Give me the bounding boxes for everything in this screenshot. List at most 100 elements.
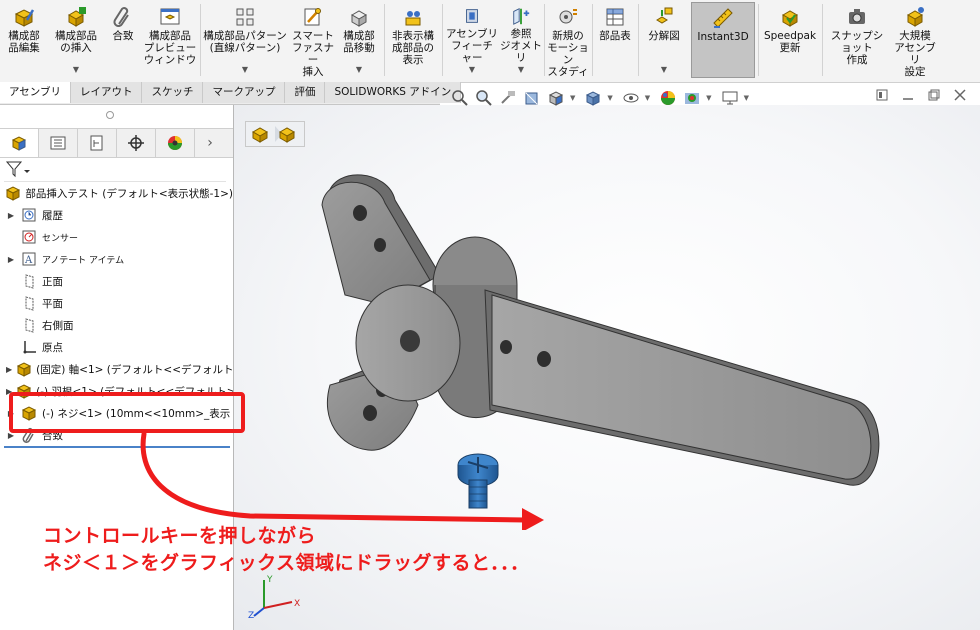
tab-assembly[interactable]: アセンブリ bbox=[0, 82, 71, 103]
camera-icon bbox=[849, 9, 865, 24]
display-manager-tab[interactable] bbox=[156, 129, 195, 157]
hide-show-items-button[interactable] bbox=[621, 88, 641, 108]
instant3d-toggle-button[interactable]: Instant3D bbox=[691, 2, 755, 78]
tree-item-top-plane[interactable]: 平面 bbox=[0, 293, 233, 313]
zoom-to-area-button[interactable] bbox=[474, 88, 494, 108]
chevron-down-icon[interactable]: ▼ bbox=[73, 64, 79, 76]
chevron-down-icon[interactable]: ▼ bbox=[518, 64, 524, 76]
color-wheel-icon bbox=[168, 136, 182, 150]
previous-view-icon bbox=[501, 91, 515, 104]
exploded-view-button[interactable]: 分解図 ▼ bbox=[640, 2, 688, 78]
monitor-icon bbox=[722, 91, 738, 105]
tab-markup[interactable]: マークアップ bbox=[203, 82, 286, 103]
scene-icon bbox=[685, 93, 700, 104]
smart-fastener-icon bbox=[304, 8, 321, 26]
coordinate-triad: Y X Z bbox=[248, 575, 300, 620]
paperclip-icon bbox=[113, 7, 129, 27]
filter-funnel-icon[interactable] bbox=[4, 159, 32, 179]
view-settings-button[interactable] bbox=[720, 88, 740, 108]
property-manager-tab[interactable] bbox=[39, 129, 78, 157]
view-orientation-button[interactable] bbox=[546, 88, 566, 108]
assembly-features-button[interactable]: アセンブリ フィーチャー ▼ bbox=[446, 2, 498, 78]
expand-arrow-icon[interactable]: ▶ bbox=[6, 211, 16, 220]
section-view-button[interactable] bbox=[522, 88, 542, 108]
tree-item-origin[interactable]: 原点 bbox=[0, 337, 233, 357]
tree-item-sensors[interactable]: センサー bbox=[0, 227, 233, 247]
annotation-icon: A bbox=[20, 251, 38, 267]
tree-item-component-shaft[interactable]: ▶ (固定) 軸<1> (デフォルト<<デフォルト>_ bbox=[0, 359, 233, 379]
display-style-button[interactable] bbox=[583, 88, 603, 108]
tree-item-history[interactable]: ▶ 履歴 bbox=[0, 205, 233, 225]
large-assembly-settings-button[interactable]: 大規模 アセンブリ 設定 bbox=[890, 2, 940, 78]
smart-fasteners-button[interactable]: スマート ファスナー 挿入 bbox=[292, 2, 334, 78]
insert-components-button[interactable]: 構成部品 の挿入 ▼ bbox=[50, 2, 102, 78]
insert-components-icon bbox=[67, 7, 86, 27]
tree-root-assembly[interactable]: 部品挿入テスト (デフォルト<表示状態-1>) bbox=[0, 183, 233, 203]
chevron-down-icon[interactable]: ▼ bbox=[645, 94, 650, 102]
drag-arrow bbox=[140, 431, 544, 530]
show-hidden-components-button[interactable]: 非表示構 成部品の 表示 bbox=[386, 2, 440, 78]
chevron-down-icon[interactable]: ▼ bbox=[242, 64, 248, 76]
edit-component-label: 構成部 品編集 bbox=[8, 30, 40, 54]
plane-icon bbox=[20, 317, 38, 333]
history-icon bbox=[20, 207, 38, 223]
callout-line-1: コントロールキーを押しながら bbox=[43, 525, 317, 547]
edit-appearance-button[interactable] bbox=[658, 88, 678, 108]
restore-panel-icon[interactable] bbox=[875, 88, 889, 102]
apply-scene-button[interactable] bbox=[682, 88, 702, 108]
chevron-down-icon[interactable]: ▼ bbox=[570, 94, 575, 102]
reference-geometry-button[interactable]: 参照 ジオメトリ ▼ bbox=[500, 2, 542, 78]
mate-button[interactable]: 合致 bbox=[106, 2, 140, 78]
chevron-down-icon[interactable]: ▼ bbox=[661, 64, 667, 76]
tree-sensors-label: センサー bbox=[42, 233, 79, 244]
panel-grip-icon[interactable] bbox=[106, 111, 114, 119]
configuration-manager-tab[interactable] bbox=[78, 129, 117, 157]
chevron-down-icon[interactable]: ▼ bbox=[706, 94, 711, 102]
edit-component-button[interactable]: 構成部 品編集 bbox=[2, 2, 46, 78]
display-style-icon bbox=[586, 91, 601, 106]
dimxpert-manager-tab[interactable] bbox=[117, 129, 156, 157]
breadcrumb[interactable] bbox=[245, 121, 305, 147]
section-view-icon bbox=[525, 92, 538, 105]
tree-filter[interactable] bbox=[4, 159, 226, 182]
speedpak-update-button[interactable]: Speedpak 更新 bbox=[760, 2, 820, 78]
show-hidden-label: 非表示構 成部品の 表示 bbox=[392, 30, 434, 66]
take-snapshot-button[interactable]: スナップショット 作成 bbox=[826, 2, 888, 78]
expand-arrow-icon[interactable]: ▶ bbox=[6, 255, 16, 264]
feature-manager-tab[interactable] bbox=[0, 129, 39, 157]
assembly-breadcrumb-icon bbox=[251, 127, 269, 143]
linear-pattern-button[interactable]: 構成部品パターン (直線パターン) ▼ bbox=[202, 2, 288, 78]
tree-component-shaft-label: (固定) 軸<1> (デフォルト<<デフォルト>_ bbox=[36, 363, 234, 376]
sensor-icon bbox=[20, 229, 38, 245]
origin-icon bbox=[20, 339, 38, 355]
bill-of-materials-button[interactable]: 部品表 bbox=[594, 2, 636, 78]
tree-item-right-plane[interactable]: 右側面 bbox=[0, 315, 233, 335]
minimize-window-icon[interactable] bbox=[901, 88, 915, 102]
tab-sketch[interactable]: スケッチ bbox=[142, 82, 204, 103]
tab-solidworks-addins[interactable]: SOLIDWORKS アドイン bbox=[325, 82, 462, 103]
chevron-right-icon[interactable]: › bbox=[195, 129, 225, 157]
mate-label: 合致 bbox=[112, 30, 134, 42]
component-preview-window-button[interactable]: 構成部品 プレビュー ウィンドウ bbox=[142, 2, 198, 78]
smart-fasteners-label: スマート ファスナー 挿入 bbox=[292, 30, 334, 78]
tree-item-front-plane[interactable]: 正面 bbox=[0, 271, 233, 291]
chevron-down-icon[interactable]: ▼ bbox=[607, 94, 612, 102]
tree-history-label: 履歴 bbox=[42, 209, 63, 222]
new-motion-study-button[interactable]: 新規の モーション スタディ bbox=[546, 2, 590, 78]
zoom-to-fit-button[interactable] bbox=[450, 88, 470, 108]
close-window-icon[interactable] bbox=[953, 88, 967, 102]
svg-text:A: A bbox=[24, 255, 33, 266]
chevron-down-icon[interactable]: ▼ bbox=[356, 64, 362, 76]
property-list-icon bbox=[50, 136, 66, 150]
chevron-down-icon[interactable]: ▼ bbox=[744, 94, 749, 102]
tab-layout[interactable]: レイアウト bbox=[70, 82, 143, 103]
assembly-features-label: アセンブリ フィーチャー bbox=[446, 28, 498, 64]
previous-view-button[interactable] bbox=[498, 88, 518, 108]
move-component-button[interactable]: 構成部 品移動 ▼ bbox=[338, 2, 380, 78]
expand-arrow-icon[interactable]: ▶ bbox=[6, 365, 12, 374]
tree-item-annotations[interactable]: ▶ A アノテート アイテム bbox=[0, 249, 233, 269]
tab-evaluate[interactable]: 評価 bbox=[285, 82, 326, 103]
large-assembly-label: 大規模 アセンブリ 設定 bbox=[894, 30, 936, 78]
chevron-down-icon[interactable]: ▼ bbox=[469, 64, 475, 76]
restore-window-icon[interactable] bbox=[927, 88, 941, 102]
